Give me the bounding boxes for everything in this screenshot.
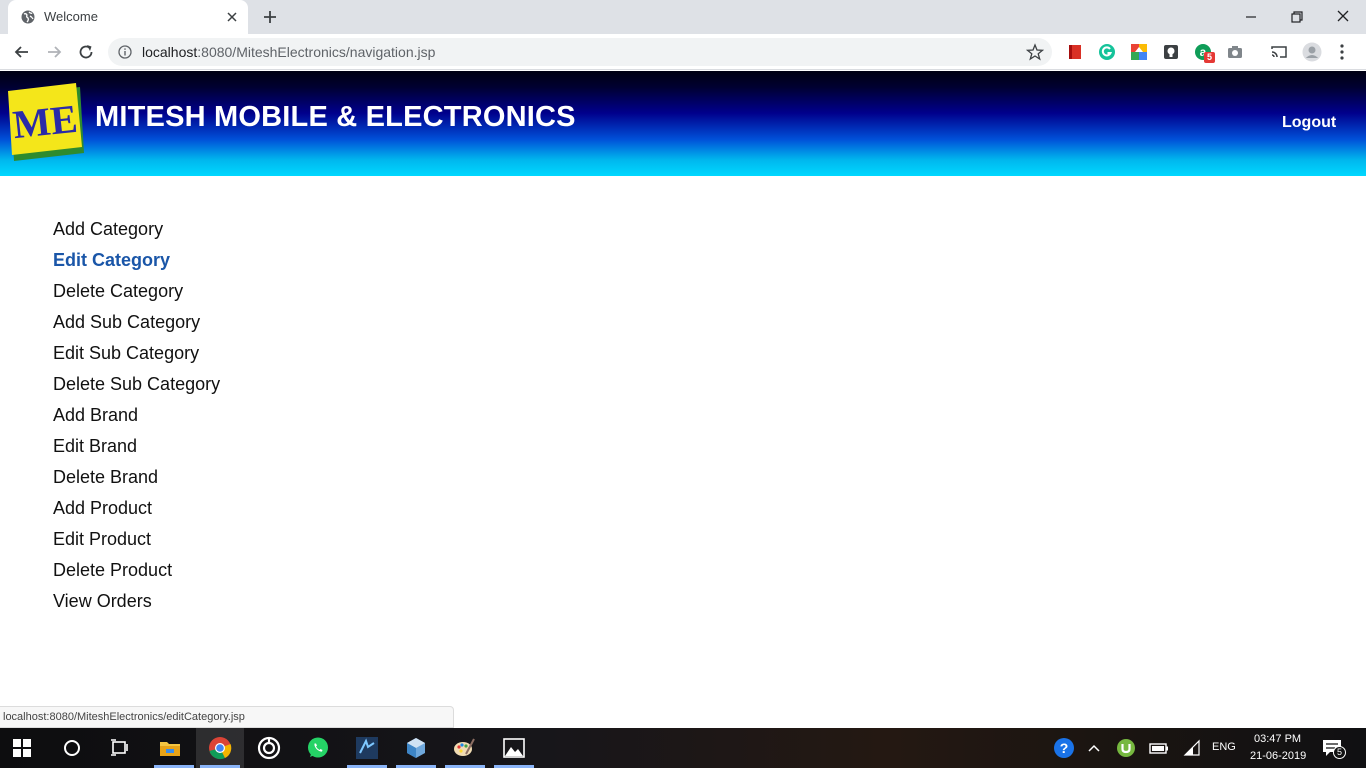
logo-text: ME xyxy=(11,96,80,147)
nav-link-add-sub-category[interactable]: Add Sub Category xyxy=(53,310,220,341)
help-question-icon[interactable]: ? xyxy=(1052,736,1076,760)
close-icon[interactable] xyxy=(225,10,239,24)
extension-badge-count: 5 xyxy=(1204,52,1215,63)
minimize-icon[interactable] xyxy=(1240,6,1262,28)
camera-icon[interactable] xyxy=(1226,43,1244,61)
globe-icon xyxy=(21,10,35,24)
virtualbox-icon[interactable] xyxy=(404,736,428,760)
kebab-menu-icon[interactable] xyxy=(1334,43,1350,61)
cast-icon[interactable] xyxy=(1270,43,1288,61)
nav-link-edit-category[interactable]: Edit Category xyxy=(53,248,220,279)
url-path: :8080/MiteshElectronics/navigation.jsp xyxy=(197,44,436,60)
reload-icon[interactable] xyxy=(76,42,96,62)
chevron-up-icon[interactable] xyxy=(1084,738,1104,758)
nav-link-delete-brand[interactable]: Delete Brand xyxy=(53,465,220,496)
close-window-icon[interactable] xyxy=(1332,6,1354,28)
site-header: ME MITESH MOBILE & ELECTRONICS Logout xyxy=(0,71,1366,176)
bookmark-extension-icon[interactable] xyxy=(1066,43,1084,61)
nav-link-add-product[interactable]: Add Product xyxy=(53,496,220,527)
search-circle-icon[interactable] xyxy=(60,736,84,760)
nav-link-delete-category[interactable]: Delete Category xyxy=(53,279,220,310)
logout-link[interactable]: Logout xyxy=(1282,114,1336,132)
whatsapp-icon[interactable] xyxy=(306,736,330,760)
utorrent-icon[interactable] xyxy=(1116,738,1136,758)
browser-tab[interactable]: Welcome xyxy=(8,0,248,34)
info-icon[interactable] xyxy=(118,45,132,59)
task-view-icon[interactable] xyxy=(108,736,132,760)
url-host: localhost xyxy=(142,44,198,60)
file-explorer-icon[interactable] xyxy=(158,736,182,760)
keep-bulb-icon[interactable] xyxy=(1162,43,1180,61)
wifi-icon[interactable] xyxy=(1182,738,1202,758)
battery-icon[interactable] xyxy=(1148,738,1170,758)
windows-start-icon[interactable] xyxy=(12,738,32,758)
me-logo: ME xyxy=(8,83,84,161)
nav-link-edit-product[interactable]: Edit Product xyxy=(53,527,220,558)
back-arrow-icon[interactable] xyxy=(12,42,32,62)
notification-count: 5 xyxy=(1333,746,1346,759)
nav-link-delete-product[interactable]: Delete Product xyxy=(53,558,220,589)
nav-link-edit-sub-category[interactable]: Edit Sub Category xyxy=(53,341,220,372)
address-bar[interactable]: localhost:8080/MiteshElectronics/navigat… xyxy=(108,38,1052,66)
google-extension-icon[interactable] xyxy=(1130,43,1148,61)
chrome-icon[interactable] xyxy=(208,736,232,760)
grammarly-icon[interactable] xyxy=(1098,43,1116,61)
extension-with-badge[interactable]: a 5 xyxy=(1194,43,1218,65)
profile-avatar-icon[interactable] xyxy=(1302,42,1322,62)
photos-icon[interactable] xyxy=(502,736,526,760)
admin-nav-list: Add Category Edit Category Delete Category… xyxy=(53,217,220,620)
svg-text:?: ? xyxy=(1060,740,1069,756)
site-title: MITESH MOBILE & ELECTRONICS xyxy=(95,101,576,133)
restore-icon[interactable] xyxy=(1286,6,1308,28)
forward-arrow-icon[interactable] xyxy=(44,42,64,62)
netbeans-icon[interactable] xyxy=(355,736,379,760)
tab-title: Welcome xyxy=(44,9,98,24)
nav-link-add-brand[interactable]: Add Brand xyxy=(53,403,220,434)
nav-link-add-category[interactable]: Add Category xyxy=(53,217,220,248)
action-center[interactable]: 5 xyxy=(1322,737,1348,761)
browser-tab-strip: Welcome xyxy=(0,0,1366,34)
bookmark-star-icon[interactable] xyxy=(1026,43,1044,61)
link-status-bubble: localhost:8080/MiteshElectronics/editCat… xyxy=(0,706,454,728)
url-text: localhost:8080/MiteshElectronics/navigat… xyxy=(142,44,435,60)
nav-link-delete-sub-category[interactable]: Delete Sub Category xyxy=(53,372,220,403)
language-indicator[interactable]: ENG xyxy=(1212,741,1236,753)
new-tab-plus-icon[interactable] xyxy=(260,7,280,27)
browser-toolbar: localhost:8080/MiteshElectronics/navigat… xyxy=(0,34,1366,70)
target-app-icon[interactable] xyxy=(257,736,281,760)
clock-date[interactable]: 21-06-2019 xyxy=(1250,750,1306,762)
nav-link-view-orders[interactable]: View Orders xyxy=(53,589,220,620)
clock-time[interactable]: 03:47 PM xyxy=(1254,733,1301,745)
paint-palette-icon[interactable] xyxy=(452,736,476,760)
windows-taskbar: ? ENG 03:47 PM 21-06-2019 5 xyxy=(0,728,1366,768)
nav-link-edit-brand[interactable]: Edit Brand xyxy=(53,434,220,465)
